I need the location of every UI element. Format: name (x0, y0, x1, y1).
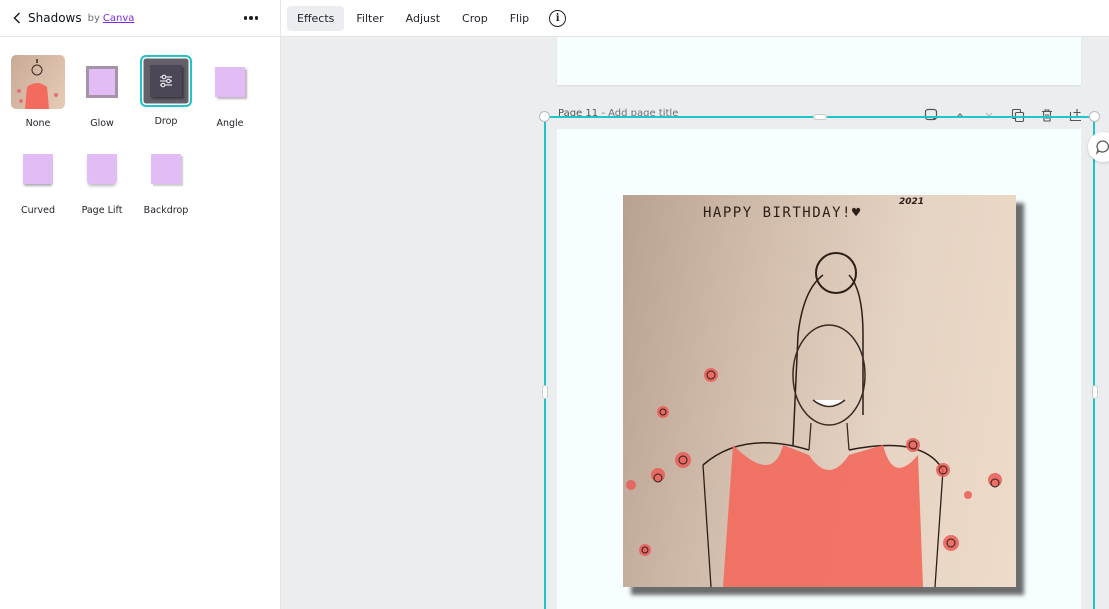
shadow-option-drop[interactable]: Drop (134, 55, 198, 127)
option-label: Drop (154, 116, 178, 127)
tab-adjust[interactable]: Adjust (396, 6, 450, 31)
option-label: Curved (20, 205, 56, 216)
resize-handle-top-left[interactable] (539, 111, 550, 122)
option-label: Glow (90, 118, 114, 129)
shadow-option-backdrop[interactable]: Backdrop (134, 142, 198, 216)
shadow-option-none[interactable]: None (6, 55, 70, 129)
by-label: by (87, 12, 100, 24)
info-icon[interactable]: i (549, 9, 567, 27)
resize-handle-top[interactable] (813, 114, 827, 120)
resize-handle-right[interactable] (1092, 385, 1098, 399)
page-lift-shadow-icon (75, 142, 129, 196)
backdrop-shadow-icon (139, 142, 193, 196)
shadow-option-glow[interactable]: Glow (70, 55, 134, 129)
tab-filter[interactable]: Filter (346, 6, 393, 31)
glow-shadow-icon (75, 55, 129, 109)
shadow-option-curved[interactable]: Curved (6, 142, 70, 216)
option-label: Page Lift (81, 205, 123, 216)
option-label: Angle (216, 118, 244, 129)
sliders-icon (160, 74, 172, 88)
canva-editor: Shadows by Canva None Glow Drop Angle Cu… (0, 0, 1109, 609)
resize-handle-top-right[interactable] (1089, 111, 1100, 122)
more-dot-icon (254, 16, 259, 20)
previous-page[interactable] (557, 37, 1081, 85)
photo-thumbnail (11, 55, 65, 109)
chevron-left-icon (13, 12, 21, 24)
angle-shadow-icon (203, 55, 257, 109)
more-dot-icon (243, 16, 248, 20)
portrait-thumbnail-icon (17, 59, 58, 109)
panel-header: Shadows by Canva (0, 0, 280, 37)
curved-shadow-icon (11, 142, 65, 196)
selected-option-thumb (140, 55, 192, 107)
adjust-settings-button[interactable] (150, 65, 182, 97)
tab-effects[interactable]: Effects (287, 5, 345, 31)
option-label: None (25, 118, 51, 129)
more-dot-icon (249, 16, 253, 20)
back-button[interactable] (10, 8, 24, 28)
resize-handle-left[interactable] (542, 385, 548, 399)
page-selection-outline (544, 116, 1095, 609)
more-options-button[interactable] (238, 9, 264, 27)
shadow-option-page-lift[interactable]: Page Lift (70, 142, 134, 216)
author-link[interactable]: Canva (103, 13, 135, 24)
shadow-option-angle[interactable]: Angle (198, 55, 262, 129)
option-label: Backdrop (143, 205, 189, 216)
tab-crop[interactable]: Crop (452, 6, 498, 31)
panel-title: Shadows (28, 11, 82, 25)
image-toolbar: Effects Filter Adjust Crop Flip i (281, 0, 1109, 37)
comment-icon (1095, 140, 1109, 155)
tab-flip[interactable]: Flip (500, 6, 539, 31)
shadows-panel: Shadows by Canva None Glow Drop Angle Cu… (0, 0, 281, 609)
